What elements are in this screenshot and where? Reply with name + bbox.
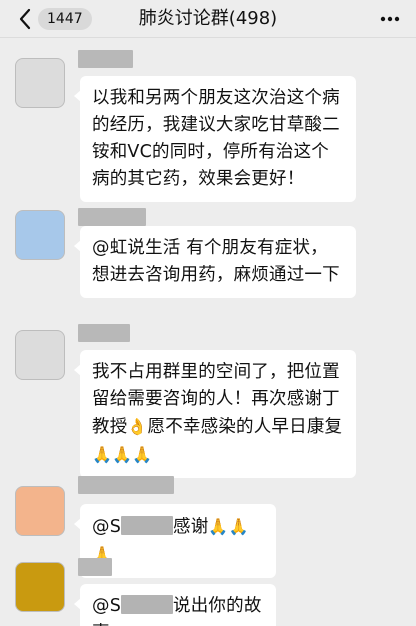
avatar[interactable]	[15, 486, 65, 536]
avatar[interactable]	[15, 562, 65, 612]
message-text: 感谢	[173, 517, 209, 537]
sender-name-redacted	[78, 476, 174, 494]
message-bubble[interactable]: 我不占用群里的空间了，把位置留给需要咨询的人！再次感谢丁教授👌愿不幸感染的人早日…	[74, 350, 356, 478]
ok-hand-emoji-icon: 👌	[127, 417, 148, 436]
redacted-mention	[121, 595, 174, 614]
message-bubble[interactable]: @虹说生活 有个朋友有症状，想进去咨询用药，麻烦通过一下	[74, 226, 356, 298]
more-options-button[interactable]	[380, 10, 400, 28]
more-dots-icon	[380, 16, 400, 22]
avatar[interactable]	[15, 330, 65, 380]
sender-name-redacted	[78, 324, 130, 342]
nav-bar: 1447 肺炎讨论群(498)	[0, 0, 416, 38]
sender-name-redacted	[78, 50, 133, 68]
sender-name-redacted	[78, 208, 146, 226]
mention-prefix: @S	[92, 517, 122, 537]
message-bubble[interactable]: 以我和另两个朋友这次治这个病的经历，我建议大家吃甘草酸二铵和VC的同时，停所有治…	[74, 76, 356, 202]
avatar[interactable]	[15, 210, 65, 260]
avatar[interactable]	[15, 58, 65, 108]
message-text: 以我和另两个朋友这次治这个病的经历，我建议大家吃甘草酸二铵和VC的同时，停所有治…	[92, 88, 340, 189]
praying-hands-emoji-icon: 🙏🙏🙏	[92, 445, 153, 464]
message-bubble[interactable]: @S说出你的故事	[74, 584, 276, 626]
chat-title: 肺炎讨论群(498)	[138, 8, 278, 29]
redacted-mention	[121, 516, 174, 535]
sender-name-redacted	[78, 558, 112, 576]
message-text: @虹说生活 有个朋友有症状，想进去咨询用药，麻烦通过一下	[92, 238, 340, 285]
mention-prefix: @S	[92, 596, 122, 616]
message-text: 愿不幸感染的人早日康复	[147, 417, 343, 437]
